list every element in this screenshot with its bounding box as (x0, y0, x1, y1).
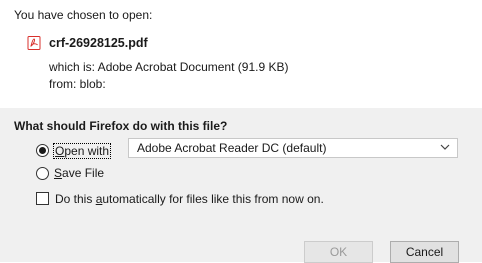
open-with-mnemonic: O (55, 144, 65, 158)
cancel-button[interactable]: Cancel (390, 241, 459, 263)
file-type-text: which is: Adobe Acrobat Document (91.9 K… (49, 60, 289, 74)
file-info-panel: You have chosen to open: crf-26928125.pd… (0, 0, 482, 108)
selected-app-value: Adobe Acrobat Reader DC (default) (137, 141, 327, 155)
open-with-app-select[interactable]: Adobe Acrobat Reader DC (default) (128, 138, 458, 158)
auto-action-label-pre: Do this (55, 192, 96, 206)
pdf-file-icon (27, 36, 41, 50)
open-with-label-text: pen with (64, 144, 110, 158)
open-with-label[interactable]: Open with (53, 143, 112, 159)
download-dialog: You have chosen to open: crf-26928125.pd… (0, 0, 482, 263)
action-question: What should Firefox do with this file? (14, 119, 228, 133)
radio-selected-dot (39, 147, 46, 154)
ok-button[interactable]: OK (304, 241, 373, 263)
file-source-text: from: blob: (49, 77, 106, 91)
auto-action-label[interactable]: Do this automatically for files like thi… (55, 192, 324, 206)
auto-action-label-post: utomatically for files like this from no… (102, 192, 324, 206)
auto-action-checkbox[interactable] (36, 192, 49, 205)
save-file-mnemonic: S (54, 166, 63, 180)
intro-text: You have chosen to open: (14, 8, 153, 22)
file-name: crf-26928125.pdf (49, 36, 148, 50)
open-with-radio[interactable] (36, 144, 49, 157)
save-file-label-text: ave File (62, 166, 105, 180)
save-file-label[interactable]: Save File (54, 166, 104, 180)
chevron-down-icon (440, 144, 450, 150)
save-file-radio[interactable] (36, 167, 49, 180)
